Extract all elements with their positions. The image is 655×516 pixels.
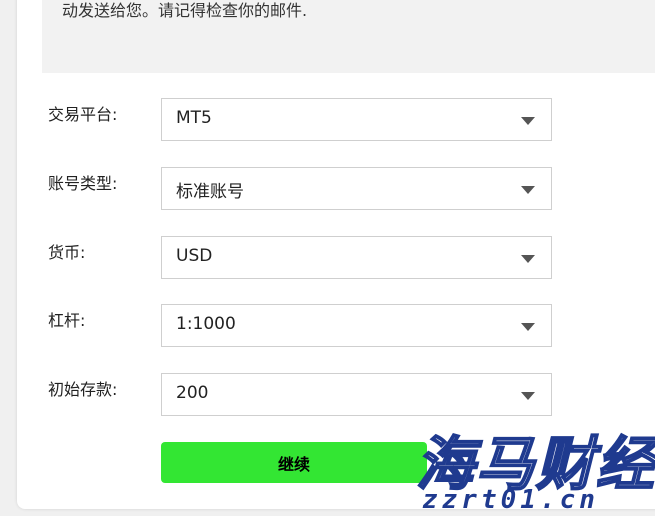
- trading-platform-label: 交易平台:: [48, 105, 118, 124]
- chevron-down-icon: [521, 117, 535, 125]
- watermark-url: zzrt01.cn: [422, 485, 599, 515]
- leverage-value: 1:1000: [176, 314, 236, 334]
- account-type-label: 账号类型:: [48, 174, 118, 193]
- leverage-select[interactable]: 1:1000: [161, 304, 552, 347]
- chevron-down-icon: [521, 186, 535, 194]
- initial-deposit-value: 200: [176, 383, 209, 403]
- account-type-select[interactable]: 标准账号: [161, 167, 552, 210]
- notice-text: 动发送给您。请记得检查你的邮件.: [62, 1, 308, 20]
- leverage-label: 杠杆:: [48, 311, 86, 330]
- field-currency: 货币: USD: [0, 236, 655, 280]
- field-trading-platform: 交易平台: MT5: [0, 98, 655, 142]
- watermark-logo: 海马财经 zzrt01.cn: [410, 415, 655, 516]
- chevron-down-icon: [521, 255, 535, 263]
- chevron-down-icon: [521, 323, 535, 331]
- initial-deposit-label: 初始存款:: [48, 380, 118, 399]
- email-notice: 动发送给您。请记得检查你的邮件.: [42, 0, 655, 73]
- chevron-down-icon: [521, 392, 535, 400]
- currency-select[interactable]: USD: [161, 236, 552, 279]
- field-leverage: 杠杆: 1:1000: [0, 304, 655, 348]
- initial-deposit-select[interactable]: 200: [161, 373, 552, 416]
- account-type-value: 标准账号: [176, 182, 244, 202]
- field-account-type: 账号类型: 标准账号: [0, 167, 655, 211]
- trading-platform-select[interactable]: MT5: [161, 98, 552, 141]
- field-initial-deposit: 初始存款: 200: [0, 373, 655, 417]
- currency-value: USD: [176, 246, 213, 266]
- currency-label: 货币:: [48, 243, 86, 262]
- continue-button[interactable]: 继续: [161, 442, 427, 483]
- trading-platform-value: MT5: [176, 108, 212, 128]
